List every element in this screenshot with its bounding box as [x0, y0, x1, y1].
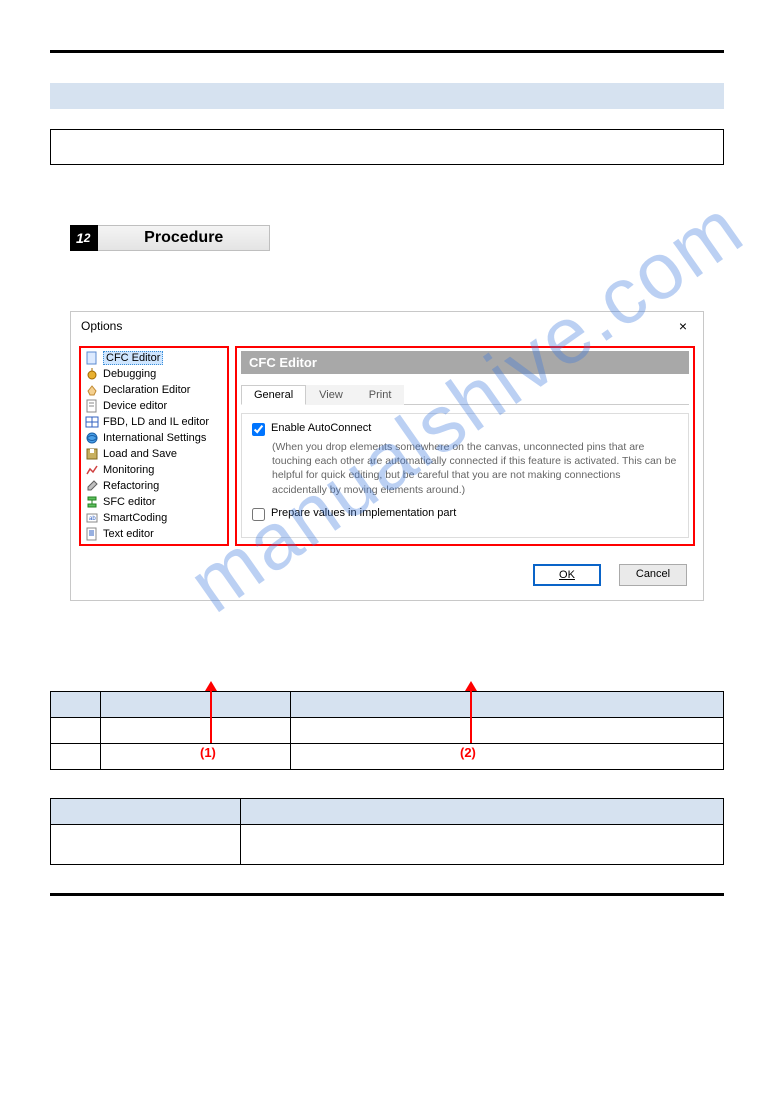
top-rule — [50, 50, 724, 53]
tree-item-declaration-editor[interactable]: Declaration Editor — [83, 382, 225, 398]
enable-autoconnect-row: Enable AutoConnect — [252, 422, 678, 436]
callout-arrow-2 — [470, 683, 472, 743]
tree-item-smartcoding[interactable]: ab SmartCoding — [83, 510, 225, 526]
tree-item-label: Declaration Editor — [103, 384, 190, 396]
chart-icon — [85, 463, 99, 477]
tab-print[interactable]: Print — [356, 385, 405, 405]
tree-item-sfc-editor[interactable]: SFC editor — [83, 494, 225, 510]
prepare-values-row: Prepare values in implementation part — [252, 507, 678, 521]
tree-item-label: SmartCoding — [103, 512, 167, 524]
tree-item-refactoring[interactable]: Refactoring — [83, 478, 225, 494]
disk-icon — [85, 447, 99, 461]
sfc-icon — [85, 495, 99, 509]
close-icon[interactable]: × — [673, 318, 693, 334]
tree-item-label: Monitoring — [103, 464, 154, 476]
ok-button[interactable]: OK — [533, 564, 601, 586]
tree-item-label: Refactoring — [103, 480, 159, 492]
prepare-values-label: Prepare values in implementation part — [271, 507, 456, 521]
smart-icon: ab — [85, 511, 99, 525]
tab-general[interactable]: General — [241, 385, 306, 405]
globe-icon — [85, 431, 99, 445]
doc-blue-icon — [85, 351, 99, 365]
bottom-rule — [50, 893, 724, 896]
tree-item-label: FBD, LD and IL editor — [103, 416, 209, 428]
tab-general-content: Enable AutoConnect (When you drop elemen… — [241, 413, 689, 538]
enable-autoconnect-hint: (When you drop elements somewhere on the… — [272, 440, 678, 497]
procedure-label: Procedure — [98, 225, 270, 251]
tree-item-international-settings[interactable]: International Settings — [83, 430, 225, 446]
tree-item-label: Debugging — [103, 368, 156, 380]
tree-item-label: Load and Save — [103, 448, 177, 460]
step-num-major: 1 — [76, 230, 84, 246]
procedure-heading: 12 Procedure — [70, 225, 270, 251]
description-table-2 — [50, 798, 724, 865]
tree-item-label: CFC Editor — [103, 351, 163, 365]
doc-icon — [85, 399, 99, 413]
cancel-button[interactable]: Cancel — [619, 564, 687, 586]
dialog-footer: OK Cancel — [71, 554, 703, 600]
tree-item-label: International Settings — [103, 432, 206, 444]
step-num-minor: 2 — [84, 231, 91, 245]
tree-item-label: Text editor — [103, 528, 154, 540]
blue-heading-bar — [50, 83, 724, 109]
tree-item-debugging[interactable]: Debugging — [83, 366, 225, 382]
grid-icon — [85, 415, 99, 429]
enable-autoconnect-checkbox[interactable] — [252, 423, 265, 436]
empty-outline-box — [50, 129, 724, 165]
dialog-titlebar: Options × — [71, 312, 703, 340]
tab-row: GeneralViewPrint — [241, 384, 689, 405]
callout-label-2: (2) — [460, 745, 476, 760]
bug-icon — [85, 367, 99, 381]
callout-arrow-1 — [210, 683, 212, 743]
dialog-title-text: Options — [81, 319, 122, 333]
procedure-step-number: 12 — [70, 225, 98, 251]
tree-item-fbd-ld-and-il-editor[interactable]: FBD, LD and IL editor — [83, 414, 225, 430]
tree-item-label: SFC editor — [103, 496, 156, 508]
tree-item-label: Device editor — [103, 400, 167, 412]
prepare-values-checkbox[interactable] — [252, 508, 265, 521]
tree-item-load-and-save[interactable]: Load and Save — [83, 446, 225, 462]
wrench-icon — [85, 479, 99, 493]
tree-item-cfc-editor[interactable]: CFC Editor — [83, 350, 225, 366]
callout-label-1: (1) — [200, 745, 216, 760]
panel-title: CFC Editor — [241, 351, 689, 374]
tree-item-device-editor[interactable]: Device editor — [83, 398, 225, 414]
ok-button-label: OK — [559, 569, 575, 581]
category-tree[interactable]: CFC Editor Debugging Declaration Editor Dev… — [79, 346, 229, 546]
options-dialog: Options × CFC Editor Debugging Declaration… — [70, 311, 704, 601]
tree-item-monitoring[interactable]: Monitoring — [83, 462, 225, 478]
svg-text:ab: ab — [89, 516, 96, 522]
description-table-1 — [50, 691, 724, 770]
settings-panel: CFC Editor GeneralViewPrint Enable AutoC… — [235, 346, 695, 546]
enable-autoconnect-label: Enable AutoConnect — [271, 422, 371, 436]
tab-view[interactable]: View — [306, 385, 356, 405]
text-icon — [85, 527, 99, 541]
hand-icon — [85, 383, 99, 397]
tree-item-text-editor[interactable]: Text editor — [83, 526, 225, 542]
